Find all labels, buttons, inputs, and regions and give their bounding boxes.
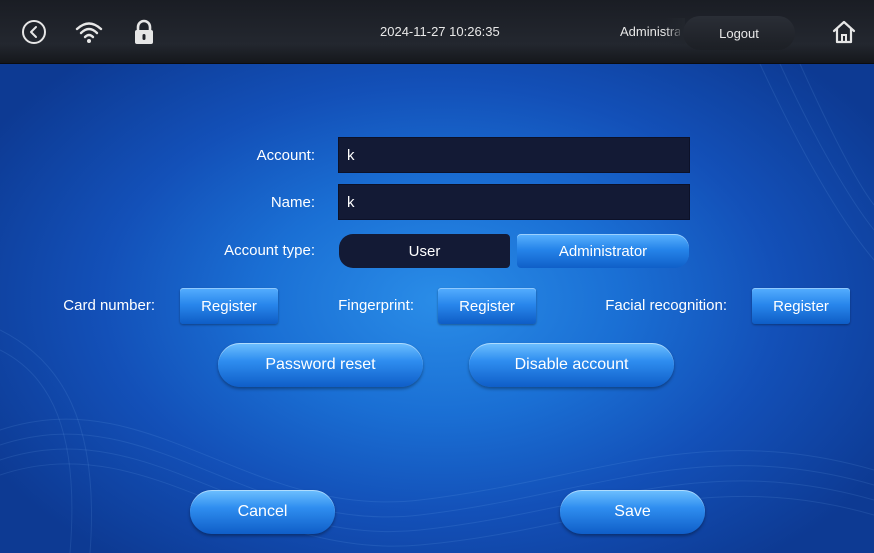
background-wave-decoration xyxy=(0,63,874,553)
lock-icon xyxy=(130,18,158,46)
disable-account-button[interactable]: Disable account xyxy=(469,343,674,387)
save-button[interactable]: Save xyxy=(560,490,705,534)
password-reset-button[interactable]: Password reset xyxy=(218,343,423,387)
card-register-button[interactable]: Register xyxy=(180,288,278,324)
wifi-icon xyxy=(75,18,103,46)
home-icon[interactable] xyxy=(830,18,858,46)
name-field[interactable]: k xyxy=(338,184,690,220)
account-type-user-option[interactable]: User xyxy=(339,234,510,268)
account-type-administrator-option[interactable]: Administrator xyxy=(517,234,689,268)
circle-chevron-left-icon[interactable] xyxy=(20,18,48,46)
screen: 2024-11-27 10:26:35 Administrat Logout A… xyxy=(0,0,874,553)
logout-button[interactable]: Logout xyxy=(683,16,795,50)
user-role-fade xyxy=(665,18,685,44)
card-number-label: Card number: xyxy=(63,297,155,314)
facial-recognition-label: Facial recognition: xyxy=(605,297,727,314)
name-label: Name: xyxy=(270,194,315,211)
status-bar: 2024-11-27 10:26:35 Administrat Logout xyxy=(0,0,874,64)
datetime-display: 2024-11-27 10:26:35 xyxy=(380,24,500,39)
cancel-button[interactable]: Cancel xyxy=(190,490,335,534)
account-label: Account: xyxy=(256,147,315,164)
fingerprint-register-button[interactable]: Register xyxy=(438,288,536,324)
account-type-label: Account type: xyxy=(224,242,315,259)
account-field[interactable]: k xyxy=(338,137,690,173)
fingerprint-label: Fingerprint: xyxy=(338,297,414,314)
facial-register-button[interactable]: Register xyxy=(752,288,850,324)
